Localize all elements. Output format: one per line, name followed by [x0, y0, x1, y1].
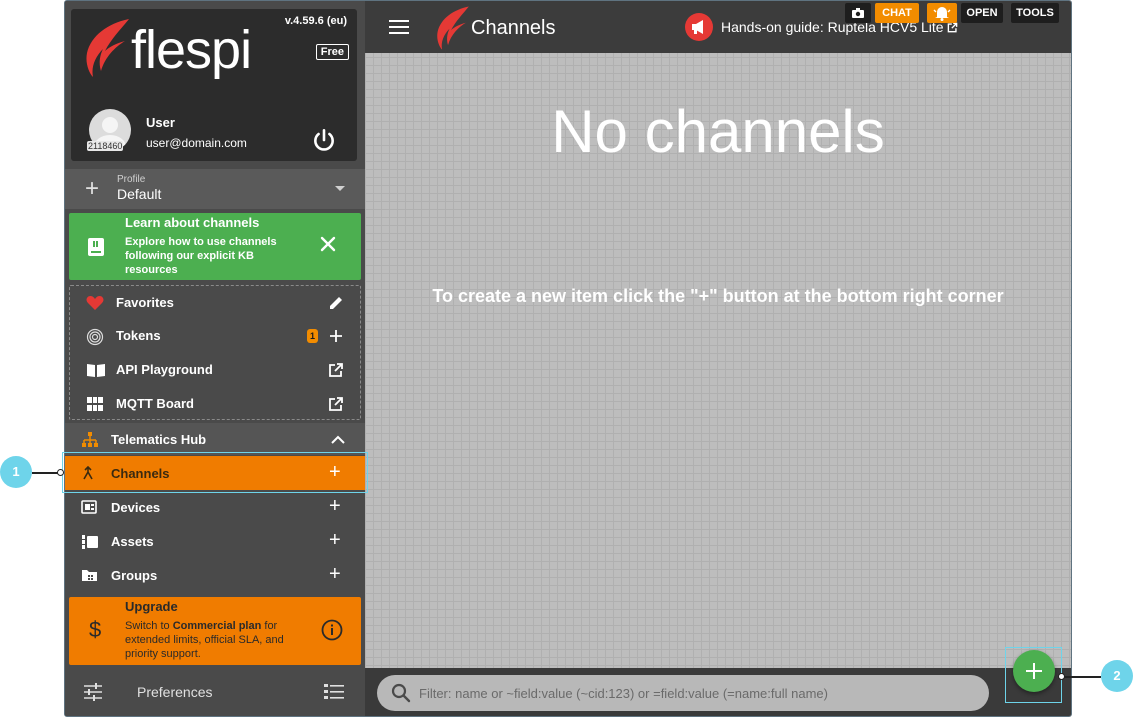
menu-item-favorites[interactable]: Favorites	[70, 286, 360, 320]
assets-icon	[82, 535, 98, 549]
empty-state-title: No channels	[551, 98, 885, 165]
list-settings-icon[interactable]	[323, 683, 345, 701]
book-icon	[88, 238, 104, 256]
add-asset-icon[interactable]: +	[329, 528, 341, 552]
flespi-logo-icon	[86, 19, 129, 77]
preferences-row[interactable]: Preferences	[65, 669, 365, 716]
add-device-icon[interactable]: +	[329, 494, 341, 518]
chevron-up-icon[interactable]	[331, 435, 345, 444]
megaphone-glyph	[692, 20, 703, 34]
callout-badge-2: 2	[1101, 660, 1133, 692]
profile-selector[interactable]: + Profile Default	[65, 169, 365, 209]
chat-button[interactable]: CHAT	[875, 3, 919, 23]
user-email: user@domain.com	[146, 136, 247, 150]
main-content: Channels Hands-on guide: Ruptela HCV5 Li…	[365, 1, 1071, 716]
close-icon[interactable]	[319, 235, 337, 253]
menu-item-label: Tokens	[116, 328, 161, 343]
add-group-icon[interactable]: +	[329, 562, 341, 586]
upgrade-description: Switch to Commercial plan for extended l…	[125, 619, 315, 661]
sidebar-item-label: Assets	[111, 534, 154, 549]
folder-icon	[82, 570, 97, 581]
upgrade-card[interactable]: $ Upgrade Switch to Commercial plan for …	[69, 597, 361, 665]
info-icon[interactable]	[321, 619, 343, 641]
menu-item-mqtt-board[interactable]: MQTT Board	[70, 387, 360, 421]
brand-name: flespi	[131, 20, 252, 80]
sidebar-item-label: Groups	[111, 568, 158, 583]
hamburger-menu-icon[interactable]	[389, 19, 409, 35]
filter-bar[interactable]	[377, 675, 989, 711]
filter-input[interactable]	[419, 683, 979, 703]
plus-icon[interactable]	[328, 328, 344, 344]
bottom-bar	[365, 650, 1071, 716]
sidebar-item-assets[interactable]: Assets +	[65, 524, 365, 558]
count-badge: 1	[307, 329, 318, 343]
open-button[interactable]: OPEN	[961, 3, 1003, 23]
profile-value: Default	[117, 186, 162, 202]
flespi-logo-icon	[437, 6, 469, 50]
grid-icon	[87, 397, 103, 411]
chevron-down-icon[interactable]	[335, 186, 345, 191]
empty-state-hint: To create a new item click the "+" butto…	[432, 286, 1004, 306]
documentation-screenshot: flespi v.4.59.6 (eu) Free 2118460 User u…	[0, 0, 1133, 717]
learn-description: Explore how to use channels following ou…	[125, 236, 277, 276]
tools-button[interactable]: TOOLS	[1011, 3, 1059, 23]
plan-badge: Free	[315, 44, 349, 60]
dollar-icon: $	[89, 617, 102, 642]
callout-dot-2	[1058, 673, 1065, 680]
channels-highlight-box	[62, 452, 368, 493]
notifications-button[interactable]	[927, 3, 957, 23]
menu-item-label: Favorites	[116, 295, 174, 310]
bell-icon	[933, 7, 951, 21]
search-icon	[391, 683, 411, 703]
telematics-hub-header[interactable]: Telematics Hub	[65, 423, 365, 455]
pencil-icon[interactable]	[328, 295, 344, 311]
external-link-icon[interactable]	[328, 396, 344, 412]
hierarchy-icon	[82, 432, 98, 447]
add-button-highlight-box	[1005, 647, 1062, 703]
hub-label: Telematics Hub	[111, 432, 207, 447]
user-name: User	[146, 115, 175, 130]
menu-item-api-playground[interactable]: API Playground	[70, 353, 360, 387]
guide-text: Hands-on guide: Ruptela HCV5 Lite	[721, 19, 958, 35]
upgrade-desc-bold: Commercial plan	[172, 620, 262, 632]
add-profile-icon[interactable]: +	[85, 175, 99, 203]
brand-card: flespi v.4.59.6 (eu) Free 2118460 User u…	[71, 9, 357, 161]
heart-icon	[86, 296, 104, 310]
flespi-panel-window: flespi v.4.59.6 (eu) Free 2118460 User u…	[64, 0, 1072, 717]
fingerprint-icon	[86, 328, 104, 346]
version-label: v.4.59.6 (eu)	[284, 15, 347, 27]
external-link-icon[interactable]	[328, 362, 344, 378]
profile-caption: Profile	[117, 174, 146, 185]
learn-channels-card[interactable]: Learn about channels Explore how to use …	[69, 213, 361, 280]
sidebar-item-devices[interactable]: Devices +	[65, 490, 365, 524]
menu-item-label: API Playground	[116, 362, 213, 377]
sidebar: flespi v.4.59.6 (eu) Free 2118460 User u…	[65, 1, 365, 716]
callout-leader-2	[1063, 676, 1101, 678]
external-link-icon	[948, 22, 958, 33]
topbar: Channels Hands-on guide: Ruptela HCV5 Li…	[365, 1, 1071, 53]
screenshot-button[interactable]	[845, 3, 871, 23]
sidebar-item-label: Devices	[111, 500, 161, 515]
upgrade-desc-prefix: Switch to	[125, 620, 173, 632]
learn-title: Learn about channels	[125, 215, 260, 230]
page-title: Channels	[471, 17, 556, 39]
book-open-icon	[87, 364, 105, 377]
camera-icon	[852, 8, 864, 18]
megaphone-icon	[685, 13, 713, 41]
callout-badge-1: 1	[0, 456, 32, 488]
sliders-icon[interactable]	[83, 683, 103, 701]
sidebar-item-groups[interactable]: Groups +	[65, 558, 365, 592]
callout-dot-1	[57, 469, 64, 476]
favorites-panel: Favorites Tokens 1 API Playground MQTT B…	[69, 285, 361, 420]
preferences-label: Preferences	[137, 684, 213, 700]
user-id-label: 2118460	[87, 141, 124, 151]
upgrade-title: Upgrade	[125, 599, 178, 614]
menu-item-label: MQTT Board	[116, 396, 194, 411]
callout-leader-1	[32, 472, 60, 474]
menu-item-tokens[interactable]: Tokens 1	[70, 319, 360, 353]
avatar-head	[102, 117, 118, 133]
power-icon[interactable]	[311, 127, 337, 153]
device-icon	[81, 500, 97, 514]
